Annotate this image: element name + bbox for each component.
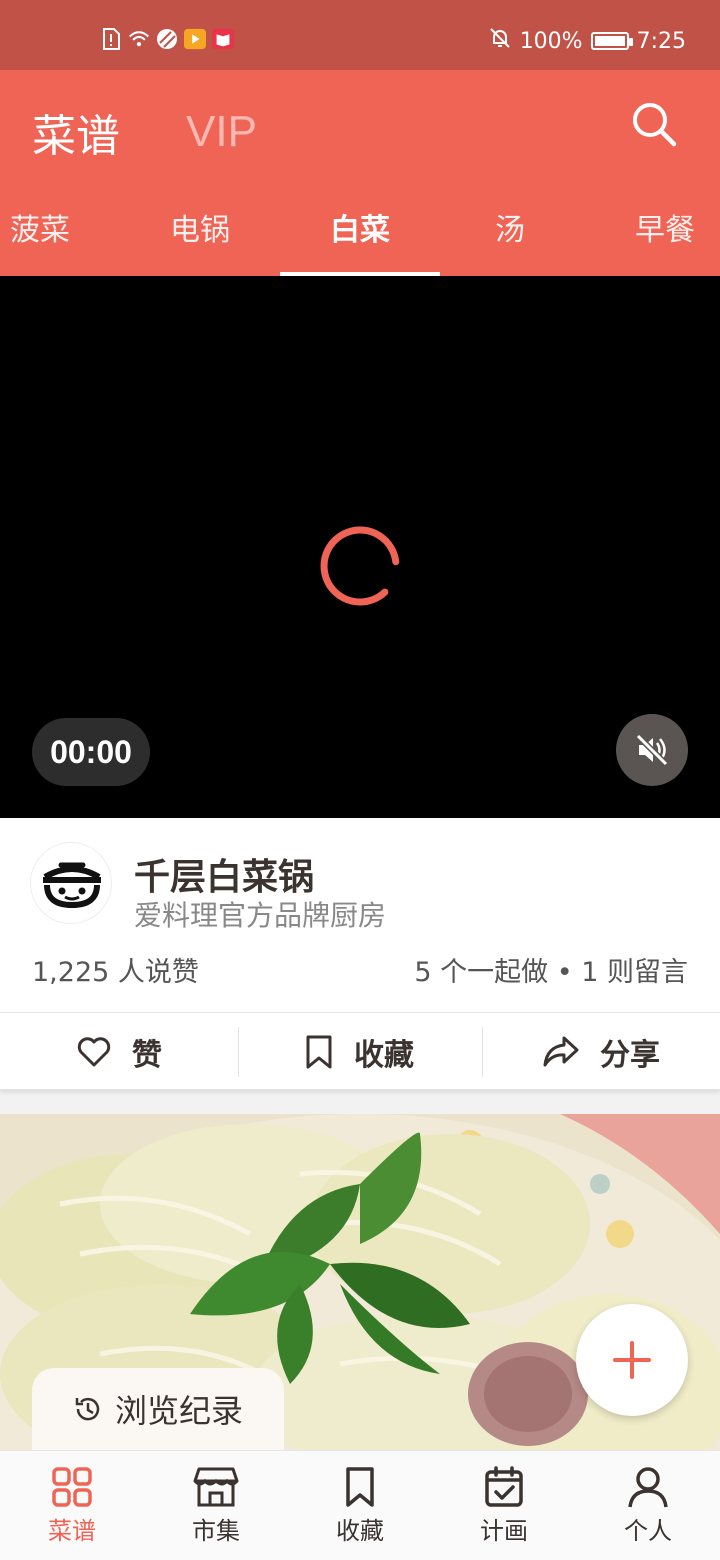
status-bar: 100% 7:25	[0, 0, 720, 70]
tab-cabbage[interactable]: 白菜	[280, 210, 440, 276]
store-icon	[193, 1467, 239, 1507]
notification-icons	[100, 28, 234, 50]
vip-tab[interactable]: VIP	[186, 107, 257, 157]
plus-icon	[613, 1341, 651, 1379]
tab-soup[interactable]: 汤	[470, 210, 550, 276]
nav-market[interactable]: 市集	[144, 1465, 288, 1546]
battery-icon	[590, 32, 633, 50]
nav-recipes[interactable]: 菜谱	[0, 1465, 144, 1546]
cook-together-count[interactable]: 5 个一起做 • 1 则留言	[414, 950, 688, 989]
loading-spinner-icon	[320, 526, 400, 606]
wifi-icon	[128, 28, 150, 50]
divider	[482, 1027, 483, 1077]
action-bar: 赞 收藏 分享	[0, 1012, 720, 1090]
system-status: 100% 7:25	[488, 26, 686, 56]
author-avatar[interactable]	[30, 842, 112, 924]
nav-profile[interactable]: 个人	[576, 1465, 720, 1546]
calendar-check-icon	[485, 1466, 523, 1507]
search-icon	[633, 103, 677, 147]
nav-saved[interactable]: 收藏	[288, 1465, 432, 1546]
category-tabs: 菠菜 电锅 白菜 汤 早餐	[0, 210, 720, 276]
history-clock-icon	[75, 1397, 100, 1421]
person-icon	[628, 1467, 668, 1508]
reader-app-icon	[212, 28, 234, 50]
browse-history-button[interactable]: 浏览纪录	[32, 1368, 284, 1450]
share-label: 分享	[600, 1038, 660, 1073]
clock: 7:25	[636, 28, 686, 54]
nav-recipes-label: 菜谱	[48, 1517, 96, 1545]
video-time: 00:00	[32, 718, 150, 786]
pot-logo-icon	[43, 862, 101, 909]
like-count: 1,225 人说赞	[32, 957, 199, 988]
nav-profile-label: 个人	[624, 1517, 672, 1545]
mute-toggle-button[interactable]	[616, 714, 688, 786]
history-label: 浏览纪录	[114, 1392, 243, 1430]
speaker-muted-icon	[635, 733, 669, 767]
app-header: 菜谱 VIP 菠菜 电锅 白菜 汤 早餐	[0, 70, 720, 276]
tab-breakfast[interactable]: 早餐	[610, 210, 720, 276]
nav-plan-label: 计画	[480, 1517, 528, 1545]
like-label: 赞	[132, 1038, 162, 1073]
save-button[interactable]: 收藏	[304, 1013, 414, 1091]
tab-spinach[interactable]: 菠菜	[0, 210, 80, 276]
video-app-icon	[184, 28, 206, 50]
battery-percent: 100%	[519, 28, 583, 54]
tab-rice-cooker[interactable]: 电锅	[140, 210, 260, 276]
add-button[interactable]	[576, 1304, 688, 1416]
page-title[interactable]: 菜谱	[32, 100, 120, 164]
browser-icon	[156, 28, 178, 50]
heart-icon	[77, 1037, 111, 1067]
recipe-title[interactable]: 千层白菜锅	[134, 848, 314, 900]
bottom-nav: 菜谱 市集 收藏 计画 个人	[0, 1450, 720, 1560]
bookmark-icon	[306, 1035, 332, 1069]
share-button[interactable]: 分享	[542, 1013, 660, 1091]
search-button[interactable]	[630, 100, 680, 150]
nav-plan[interactable]: 计画	[432, 1465, 576, 1546]
nav-saved-label: 收藏	[336, 1517, 384, 1545]
divider	[238, 1027, 239, 1077]
bookmark-icon	[346, 1467, 374, 1507]
video-player[interactable]: 00:00	[0, 276, 720, 818]
share-icon	[543, 1036, 579, 1067]
like-button[interactable]: 赞	[76, 1013, 162, 1091]
nav-market-label: 市集	[192, 1517, 240, 1545]
recipe-info: 千层白菜锅 爱料理官方品牌厨房 1,225 人说赞 5 个一起做 • 1 则留言	[0, 818, 720, 1012]
recipe-author[interactable]: 爱料理官方品牌厨房	[134, 894, 386, 934]
save-label: 收藏	[354, 1038, 414, 1073]
grid-icon	[52, 1467, 92, 1507]
sim-alert-icon	[100, 28, 122, 50]
mute-bell-icon	[488, 26, 512, 56]
